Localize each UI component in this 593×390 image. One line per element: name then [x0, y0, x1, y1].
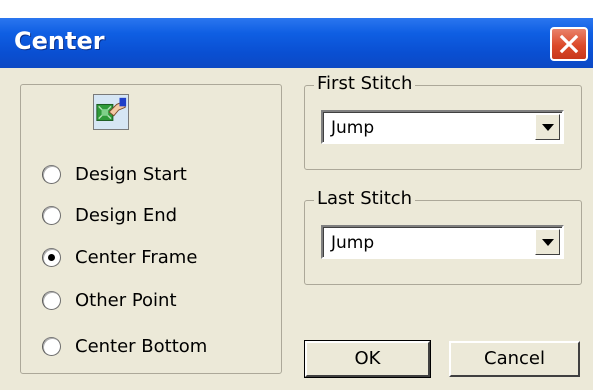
radio-label: Design Start — [75, 163, 187, 185]
first-stitch-dropdown[interactable]: Jump — [321, 110, 564, 144]
dropdown-button[interactable] — [535, 114, 560, 140]
radio-button[interactable] — [42, 290, 61, 310]
close-button[interactable] — [550, 27, 588, 61]
position-group — [20, 84, 282, 374]
chevron-down-icon — [541, 123, 554, 131]
radio-other-point[interactable]: Other Point — [42, 286, 177, 314]
radio-label: Design End — [75, 204, 178, 226]
radio-design-end[interactable]: Design End — [42, 201, 177, 229]
radio-center-frame[interactable]: Center Frame — [42, 243, 197, 271]
last-stitch-value: Jump — [331, 233, 375, 253]
ok-button[interactable]: OK — [304, 340, 431, 378]
radio-button[interactable] — [42, 205, 61, 225]
radio-center-bottom[interactable]: Center Bottom — [42, 332, 207, 360]
radio-label: Center Bottom — [75, 335, 208, 357]
window-title: Center — [14, 27, 105, 55]
chevron-down-icon — [541, 238, 554, 246]
radio-button[interactable] — [42, 336, 61, 356]
cancel-button[interactable]: Cancel — [449, 341, 580, 377]
dropdown-button[interactable] — [535, 229, 560, 255]
last-stitch-dropdown[interactable]: Jump — [321, 225, 564, 259]
close-icon — [559, 34, 579, 54]
first-stitch-value: Jump — [331, 118, 375, 138]
screen-top-strip — [0, 0, 593, 18]
radio-label: Center Frame — [75, 246, 198, 268]
radio-button[interactable] — [42, 247, 61, 267]
center-tool-icon — [93, 94, 129, 130]
radio-button[interactable] — [42, 164, 61, 184]
radio-label: Other Point — [75, 289, 177, 311]
first-stitch-legend: First Stitch — [314, 73, 416, 95]
title-bar[interactable]: Center — [0, 18, 593, 68]
radio-design-start[interactable]: Design Start — [42, 160, 187, 188]
last-stitch-legend: Last Stitch — [314, 188, 416, 210]
